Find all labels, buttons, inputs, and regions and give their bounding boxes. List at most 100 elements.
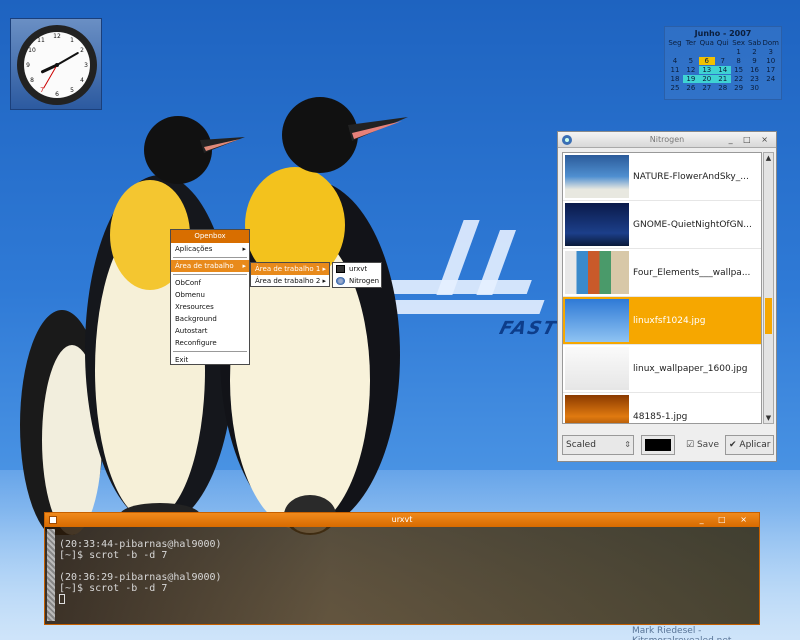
save-checkbox[interactable]: ☑ Save: [686, 435, 719, 455]
calendar-day[interactable]: 10: [763, 57, 780, 65]
menu-separator: [173, 257, 247, 258]
menu-separator: [173, 351, 247, 352]
calendar-day[interactable]: 5: [683, 57, 699, 65]
chevron-down-icon: ⇕: [624, 440, 631, 449]
color-swatch: [645, 439, 671, 451]
chevron-up-icon[interactable]: ▲: [764, 153, 773, 163]
apply-button[interactable]: ✔ Aplicar: [725, 435, 774, 455]
menu-item-exit[interactable]: Exit: [171, 354, 249, 366]
save-label: Save: [696, 440, 720, 450]
scrollbar-thumb[interactable]: [765, 298, 772, 334]
nitrogen-toolbar: Scaled ⇕ ☑ Save ✔ Aplicar: [562, 435, 774, 457]
color-picker-button[interactable]: [641, 435, 675, 455]
menu-item-urxvt[interactable]: urxvt: [333, 263, 381, 275]
calendar-day[interactable]: 17: [763, 66, 780, 74]
calendar-day[interactable]: 30: [747, 84, 763, 92]
wallpaper-row[interactable]: 48185-1.jpg: [563, 393, 761, 423]
calendar-day[interactable]: 20: [698, 75, 715, 83]
terminal-body[interactable]: (20:33:44-pibarnas@hal9000) [~]$ scrot -b…: [45, 527, 759, 624]
calendar-day[interactable]: 15: [731, 66, 747, 74]
menu-item-autostart[interactable]: Autostart: [171, 325, 249, 337]
calendar-day: [683, 48, 699, 56]
calendar-day[interactable]: 2: [747, 48, 763, 56]
calendar-day[interactable]: 3: [763, 48, 780, 56]
menu-item-aplicacoes[interactable]: Aplicações ▸: [171, 243, 249, 255]
wallpaper-row[interactable]: Four_Elements___wallpa...: [563, 249, 761, 297]
nitrogen-titlebar[interactable]: Nitrogen _ □ ×: [558, 132, 776, 148]
calendar-weekday: Ter: [685, 39, 696, 47]
menu-title: Openbox: [171, 230, 249, 243]
menu-item-xresources[interactable]: Xresources: [171, 301, 249, 313]
calendar-day[interactable]: 7: [715, 57, 731, 65]
terminal-prompt[interactable]: [59, 594, 222, 606]
terminal-line: [~]$ scrot -b -d 7: [59, 550, 168, 561]
wallpaper-row[interactable]: GNOME-QuietNightOfGN...: [563, 201, 761, 249]
calendar-day[interactable]: 4: [667, 57, 683, 65]
openbox-root-menu: Openbox Aplicações ▸ Área de trabalho ▸ …: [170, 229, 250, 365]
calendar-day[interactable]: 9: [747, 57, 763, 65]
calendar-day[interactable]: 8: [731, 57, 747, 65]
menu-item-desktop-2[interactable]: Área de trabalho 2 ▸: [251, 275, 329, 287]
urxvt-window-buttons[interactable]: _ □ ×: [700, 513, 753, 527]
menu-item-obmenu[interactable]: Obmenu: [171, 289, 249, 301]
urxvt-title: urxvt: [391, 515, 413, 524]
svg-text:1: 1: [70, 37, 74, 44]
wallpaper-row[interactable]: linux_wallpaper_1600.jpg: [563, 345, 761, 393]
calendar-day[interactable]: 21: [714, 75, 731, 83]
calendar-day[interactable]: 24: [763, 75, 780, 83]
wallpaper-row[interactable]: NATURE-FlowerAndSky_...: [563, 153, 761, 201]
menu-item-reconfigure[interactable]: Reconfigure: [171, 337, 249, 349]
calendar-day[interactable]: 28: [715, 84, 731, 92]
openbox-desktops-submenu: Área de trabalho 1 ▸ Área de trabalho 2 …: [250, 262, 330, 287]
wallpaper-thumbnail: [565, 395, 629, 423]
calendar-day: [699, 48, 715, 56]
svg-text:5: 5: [70, 87, 74, 94]
menu-item-desktop-1[interactable]: Área de trabalho 1 ▸: [251, 263, 329, 275]
calendar-day[interactable]: 1: [731, 48, 747, 56]
calendar-day[interactable]: 13: [698, 66, 715, 74]
mode-select[interactable]: Scaled ⇕: [562, 435, 634, 455]
menu-item-background[interactable]: Background: [171, 313, 249, 325]
calendar-day[interactable]: 29: [731, 84, 747, 92]
calendar-day[interactable]: 19: [682, 75, 699, 83]
terminal-line: [~]$ scrot -b -d 7: [59, 583, 168, 594]
nitrogen-icon: [336, 277, 345, 285]
calendar-day[interactable]: 26: [683, 84, 699, 92]
window-menu-icon[interactable]: [49, 516, 57, 524]
calendar-day[interactable]: 22: [731, 75, 747, 83]
calendar-day[interactable]: 16: [747, 66, 763, 74]
wallpaper-row-selected[interactable]: linuxfsf1024.jpg: [563, 297, 761, 345]
menu-item-area-de-trabalho[interactable]: Área de trabalho ▸: [171, 260, 249, 272]
calendar-day[interactable]: 6: [698, 57, 715, 65]
svg-text:12: 12: [53, 33, 61, 40]
menu-item-obconf[interactable]: ObConf: [171, 277, 249, 289]
wallpaper-list[interactable]: NATURE-FlowerAndSky_... GNOME-QuietNight…: [562, 152, 762, 424]
wallpaper-thumbnail: [565, 155, 629, 198]
menu-item-nitrogen[interactable]: Nitrogen: [333, 275, 381, 287]
menu-separator: [173, 274, 247, 275]
wallpaper-credit: Mark Riedesel - Kitsmoralrevealed.net: [632, 626, 731, 640]
terminal-line: (20:36:29-pibarnas@hal9000): [59, 572, 222, 583]
calendar-day[interactable]: 18: [667, 75, 683, 83]
wallpaper-list-scrollbar[interactable]: ▲ ▼: [763, 152, 774, 424]
nitrogen-window-buttons[interactable]: _ □ ×: [729, 132, 772, 148]
submenu-arrow-icon: ▸: [322, 277, 326, 285]
svg-text:9: 9: [26, 62, 30, 69]
calendar-day[interactable]: 11: [667, 66, 683, 74]
openbox-apps-submenu: urxvt Nitrogen: [332, 262, 382, 288]
checkbox-icon: ☑: [686, 440, 695, 450]
calendar-day[interactable]: 23: [747, 75, 763, 83]
chevron-down-icon[interactable]: ▼: [764, 413, 773, 423]
urxvt-titlebar[interactable]: urxvt _ □ ×: [45, 513, 759, 527]
svg-text:2: 2: [80, 47, 84, 54]
terminal-scrollbar[interactable]: [47, 529, 55, 621]
calendar-day[interactable]: 12: [683, 66, 699, 74]
calendar-title: Junho - 2007: [694, 29, 752, 38]
calendar-day[interactable]: 25: [667, 84, 683, 92]
calendar-day[interactable]: 14: [714, 66, 731, 74]
nitrogen-title: Nitrogen: [649, 135, 685, 144]
nitrogen-app-icon: [561, 134, 573, 146]
terminal-output: (20:33:44-pibarnas@hal9000) [~]$ scrot -b…: [59, 539, 222, 606]
calendar-day[interactable]: 27: [699, 84, 715, 92]
